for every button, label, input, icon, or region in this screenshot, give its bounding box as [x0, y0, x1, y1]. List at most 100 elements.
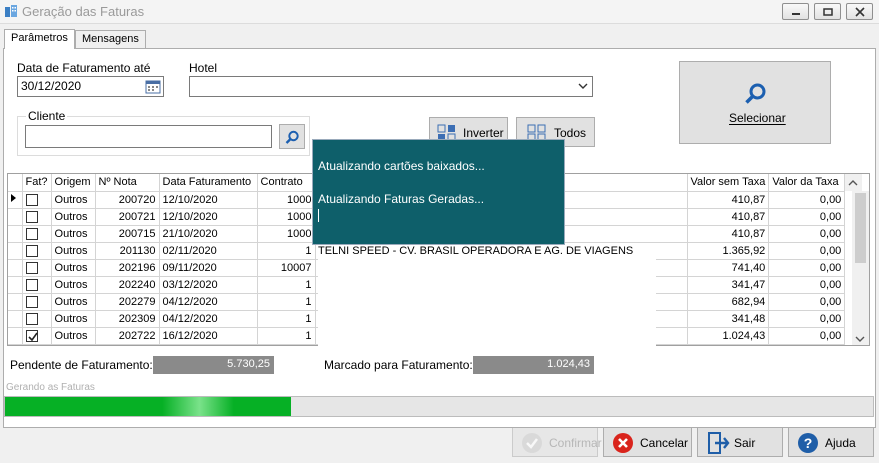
search-icon: [745, 83, 766, 104]
hotel-label: Hotel: [189, 61, 218, 75]
nota-cell: 201130: [95, 242, 160, 260]
current-row-icon: [11, 194, 16, 202]
nota-cell: 200720: [95, 191, 160, 209]
col-header-valor-sem-taxa[interactable]: Valor sem Taxa: [687, 174, 770, 192]
data-cell: 12/10/2020: [159, 208, 258, 226]
cancel-icon: [613, 433, 633, 453]
tab-parametros[interactable]: Parâmetros: [4, 29, 75, 49]
fat-checkbox[interactable]: [25, 210, 38, 223]
tab-mensagens[interactable]: Mensagens: [75, 30, 146, 49]
selecionar-button[interactable]: Selecionar: [679, 61, 831, 144]
marcado-label: Marcado para Faturamento:: [324, 358, 473, 372]
chevron-up-icon: [848, 179, 858, 185]
cliente-label: Cliente: [26, 109, 68, 123]
fat-checkbox[interactable]: [25, 329, 38, 342]
valor-taxa-cell: 0,00: [768, 276, 846, 294]
fat-cell[interactable]: [22, 310, 52, 328]
col-header-valor-taxa[interactable]: Valor da Taxa: [768, 174, 846, 192]
data-cell: 02/11/2020: [159, 242, 258, 260]
col-header-nota[interactable]: Nº Nota: [95, 174, 160, 192]
data-cell: 21/10/2020: [159, 225, 258, 243]
occluded-area: [318, 252, 656, 346]
valor-sem-taxa-cell: 682,94: [687, 293, 770, 311]
col-header-fat[interactable]: Fat?: [22, 174, 52, 192]
origem-cell: Outros: [51, 242, 96, 260]
nota-cell: 200721: [95, 208, 160, 226]
sair-button[interactable]: Sair: [697, 427, 783, 457]
progress-popup: Atualizando cartões baixados... Atualiza…: [312, 139, 565, 245]
restore-icon: [823, 8, 833, 16]
vertical-scrollbar[interactable]: [852, 191, 869, 345]
cliente-input[interactable]: [25, 125, 272, 148]
fat-checkbox[interactable]: [25, 244, 38, 257]
row-indicator: [8, 327, 23, 345]
fat-checkbox[interactable]: [25, 278, 38, 291]
col-header-origem[interactable]: Origem: [51, 174, 96, 192]
data-faturamento-value: 30/12/2020: [21, 79, 82, 93]
row-indicator: [8, 208, 23, 226]
close-icon: [855, 7, 865, 17]
valor-sem-taxa-cell: 410,87: [687, 225, 770, 243]
cancelar-button[interactable]: Cancelar: [603, 427, 692, 457]
valor-sem-taxa-cell: 1.365,92: [687, 242, 770, 260]
fat-cell[interactable]: [22, 191, 52, 209]
valor-sem-taxa-cell: 1.024,43: [687, 327, 770, 345]
sair-label: Sair: [734, 436, 756, 450]
fat-checkbox[interactable]: [25, 295, 38, 308]
valor-taxa-cell: 0,00: [768, 259, 846, 277]
maximize-button[interactable]: [814, 3, 841, 20]
hotel-select[interactable]: [189, 76, 593, 97]
help-icon: ?: [798, 433, 818, 453]
close-window-button[interactable]: [846, 3, 873, 20]
chevron-down-icon: [855, 336, 865, 342]
fat-checkbox[interactable]: [25, 193, 38, 206]
origem-cell: Outros: [51, 208, 96, 226]
nota-cell: 200715: [95, 225, 160, 243]
check-icon: [522, 433, 542, 453]
data-faturamento-field[interactable]: 30/12/2020: [17, 76, 164, 97]
fat-checkbox[interactable]: [25, 312, 38, 325]
col-header-data[interactable]: Data Faturamento: [159, 174, 258, 192]
fat-cell[interactable]: [22, 225, 52, 243]
nota-cell: 202309: [95, 310, 160, 328]
fat-checkbox[interactable]: [25, 227, 38, 240]
checkmark-icon: [27, 332, 38, 341]
confirmar-button[interactable]: Confirmar: [512, 427, 602, 457]
fat-cell[interactable]: [22, 242, 52, 260]
scrollbar-top[interactable]: [844, 174, 862, 191]
data-cell: 12/10/2020: [159, 191, 258, 209]
app-icon: [5, 5, 17, 17]
minimize-button[interactable]: [782, 3, 809, 20]
fat-checkbox[interactable]: [25, 261, 38, 274]
contrato-cell: 10007: [257, 259, 316, 277]
calendar-icon[interactable]: [145, 79, 161, 94]
search-cliente-button[interactable]: [279, 124, 305, 149]
title-bar: Geração das Faturas: [0, 0, 879, 24]
tab-label: Mensagens: [82, 33, 139, 45]
fat-cell[interactable]: [22, 293, 52, 311]
tab-label: Parâmetros: [11, 32, 68, 44]
origem-cell: Outros: [51, 276, 96, 294]
cancelar-label: Cancelar: [640, 436, 689, 450]
data-cell: 04/12/2020: [159, 310, 258, 328]
scrollbar-thumb[interactable]: [855, 193, 866, 263]
ajuda-button[interactable]: ? Ajuda: [788, 427, 874, 457]
origem-cell: Outros: [51, 327, 96, 345]
contrato-cell: 1: [257, 310, 316, 328]
pendente-value: 5.730,25: [153, 356, 274, 374]
fat-cell[interactable]: [22, 276, 52, 294]
col-header-contrato[interactable]: Contrato: [257, 174, 316, 192]
valor-taxa-cell: 0,00: [768, 191, 846, 209]
fat-cell[interactable]: [22, 327, 52, 345]
contrato-cell: 1000: [257, 191, 316, 209]
exit-icon: [708, 432, 730, 454]
fat-cell[interactable]: [22, 208, 52, 226]
row-indicator: [8, 310, 23, 328]
data-cell: 09/11/2020: [159, 259, 258, 277]
contrato-cell: 1: [257, 293, 316, 311]
nota-cell: 202240: [95, 276, 160, 294]
data-cell: 04/12/2020: [159, 293, 258, 311]
window-title: Geração das Faturas: [22, 4, 145, 19]
contrato-cell: 1: [257, 242, 316, 260]
fat-cell[interactable]: [22, 259, 52, 277]
